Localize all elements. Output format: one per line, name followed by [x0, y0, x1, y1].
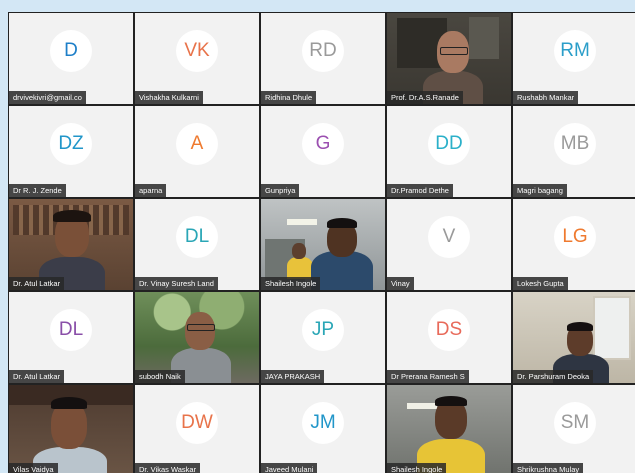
participant-video-tile[interactable]: Shailesh Ingole	[261, 199, 385, 290]
avatar: MB	[554, 123, 596, 166]
avatar: DZ	[50, 123, 92, 166]
participant-tile[interactable]: DZ Dr R. J. Zende	[9, 106, 133, 197]
participant-tile[interactable]: V Vinay	[387, 199, 511, 290]
avatar: A	[176, 123, 218, 166]
participant-name: Gunpriya	[261, 184, 300, 197]
participant-tile[interactable]: DL Dr. Atul Latkar	[9, 292, 133, 383]
avatar: SM	[554, 402, 596, 445]
participant-tile[interactable]: A aparna	[135, 106, 259, 197]
avatar: DW	[176, 402, 218, 445]
participant-name: Dr R. J. Zende	[9, 184, 66, 197]
participant-tile[interactable]: LG Lokesh Gupta	[513, 199, 635, 290]
avatar: DD	[428, 123, 470, 166]
participant-video-tile[interactable]: Dr. Parshuram Deoka	[513, 292, 635, 383]
participant-name: Dr. Parshuram Deoka	[513, 370, 594, 383]
avatar: DS	[428, 309, 470, 352]
participant-tile[interactable]: JP JAYA PRAKASH	[261, 292, 385, 383]
window	[593, 296, 631, 360]
avatar: JM	[302, 402, 344, 445]
participant-name: subodh Naik	[135, 370, 185, 383]
participant-name: Vishakha Kulkarni	[135, 91, 203, 104]
avatar: DL	[50, 309, 92, 352]
participant-tile[interactable]: RD Ridhina Dhule	[261, 13, 385, 104]
participant-name: Vinay	[387, 277, 414, 290]
avatar: VK	[176, 30, 218, 73]
avatar: DL	[176, 216, 218, 259]
participant-video-tile[interactable]: subodh Naik	[135, 292, 259, 383]
participant-name: Magri bagang	[513, 184, 567, 197]
participant-tile[interactable]: RM Rushabh Mankar	[513, 13, 635, 104]
participant-name: JAYA PRAKASH	[261, 370, 325, 383]
participant-video-tile[interactable]: Shailesh Ingole	[387, 385, 511, 473]
participant-name: Dr.Pramod Dethe	[387, 184, 453, 197]
participant-tile[interactable]: VK Vishakha Kulkarni	[135, 13, 259, 104]
participant-name: Javeed Mulani	[261, 463, 318, 473]
ceiling-light	[407, 403, 437, 409]
participant-video-tile[interactable]: Vilas Vaidya	[9, 385, 133, 473]
participant-tile[interactable]: JM Javeed Mulani	[261, 385, 385, 473]
participant-tile[interactable]: DL Dr. Vinay Suresh Land	[135, 199, 259, 290]
avatar: RD	[302, 30, 344, 73]
participant-tile[interactable]: MB Magri bagang	[513, 106, 635, 197]
participant-name: Rushabh Mankar	[513, 91, 579, 104]
avatar: LG	[554, 216, 596, 259]
participant-name: Dr. Atul Latkar	[9, 370, 65, 383]
participant-video-tile[interactable]: Prof. Dr.A.S.Ranade	[387, 13, 511, 104]
participant-tile[interactable]: SM Shrikrushna Mulay	[513, 385, 635, 473]
participant-name: Dr. Atul Latkar	[9, 277, 65, 290]
participant-name: Shailesh Ingole	[261, 277, 321, 290]
avatar: D	[50, 30, 92, 73]
participant-name: drvivekivri@gmail.co	[9, 91, 86, 104]
participant-tile[interactable]: G Gunpriya	[261, 106, 385, 197]
participant-tile[interactable]: DD Dr.Pramod Dethe	[387, 106, 511, 197]
participant-name: Dr. Vinay Suresh Land	[135, 277, 218, 290]
avatar: G	[302, 123, 344, 166]
avatar: JP	[302, 309, 344, 352]
video-feed	[387, 385, 511, 473]
participant-name: Shrikrushna Mulay	[513, 463, 584, 473]
avatar: RM	[554, 30, 596, 73]
participant-name: Vilas Vaidya	[9, 463, 58, 473]
participant-grid: D drvivekivri@gmail.co VK Vishakha Kulka…	[9, 13, 635, 473]
wall-panel	[469, 17, 499, 59]
participant-video-tile[interactable]: Dr. Atul Latkar	[9, 199, 133, 290]
participant-name: Shailesh Ingole	[387, 463, 447, 473]
video-feed	[9, 385, 133, 473]
avatar: V	[428, 216, 470, 259]
participant-name: aparna	[135, 184, 167, 197]
participant-name: Prof. Dr.A.S.Ranade	[387, 91, 463, 104]
participant-name: Dr Prerana Ramesh S	[387, 370, 469, 383]
video-gallery: D drvivekivri@gmail.co VK Vishakha Kulka…	[8, 12, 635, 473]
participant-name: Ridhina Dhule	[261, 91, 317, 104]
participant-tile[interactable]: DW Dr. Vikas Waskar	[135, 385, 259, 473]
participant-tile[interactable]: DS Dr Prerana Ramesh S	[387, 292, 511, 383]
participant-name: Dr. Vikas Waskar	[135, 463, 201, 473]
participant-name: Lokesh Gupta	[513, 277, 568, 290]
participant-tile[interactable]: D drvivekivri@gmail.co	[9, 13, 133, 104]
ceiling-light	[287, 219, 317, 225]
